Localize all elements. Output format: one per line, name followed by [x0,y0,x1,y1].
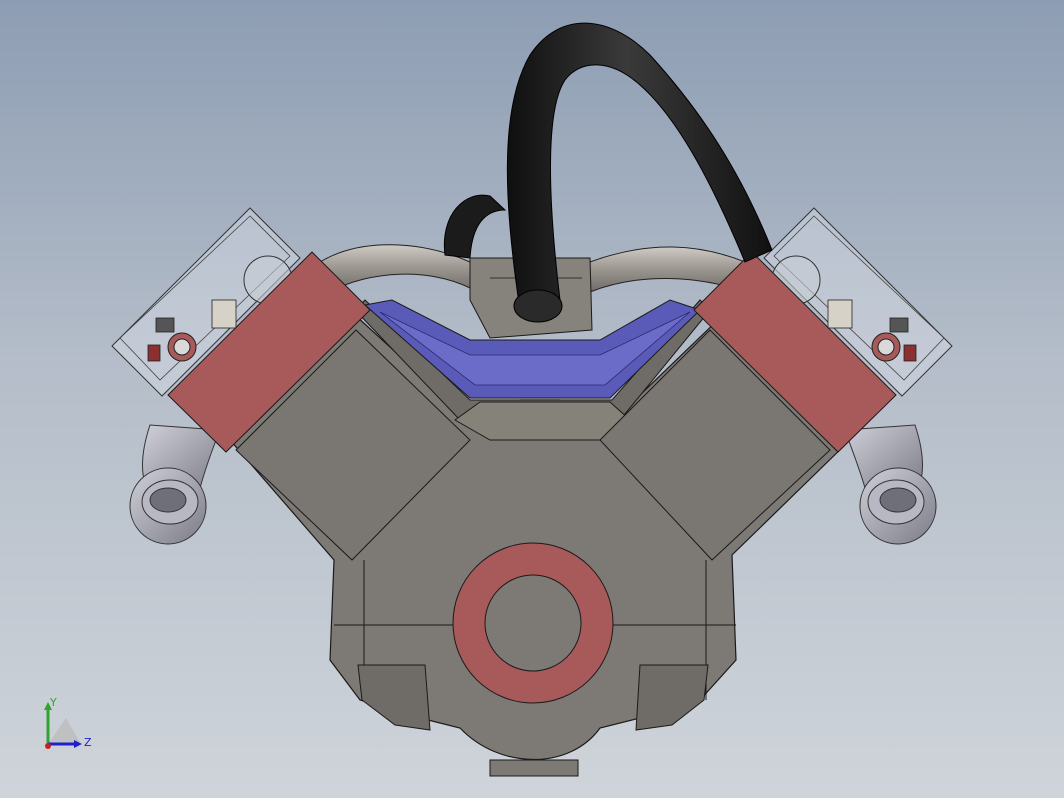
right-crankcase-boss[interactable] [635,664,709,731]
crankshaft-bore[interactable] [484,574,582,672]
orientation-triad: Y Z [44,696,92,749]
triad-plane [48,718,80,744]
z-axis-label: Z [84,736,92,749]
x-axis-origin-icon [45,743,51,749]
hose-end [513,289,563,323]
left-exhaust[interactable] [129,424,221,545]
right-exhaust[interactable] [844,424,937,545]
oil-sump[interactable] [489,759,579,777]
cad-viewport[interactable]: Y Z [0,0,1064,798]
valley-floor [454,401,631,441]
engine-model[interactable] [0,0,1064,798]
hose-stub[interactable] [443,194,507,259]
y-axis-label: Y [49,696,57,709]
left-crankcase-boss[interactable] [357,664,431,731]
